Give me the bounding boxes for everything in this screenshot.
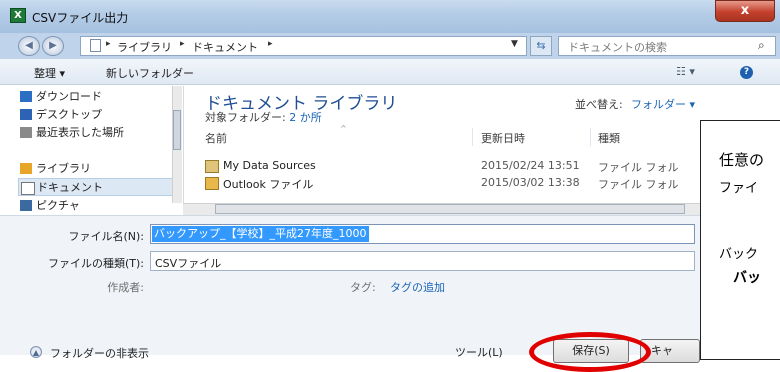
sidebar-item-label: ピクチャ: [36, 199, 80, 212]
column-divider[interactable]: [590, 128, 591, 146]
filename-value[interactable]: バックアップ_【学校】_平成27年度_1000: [152, 226, 369, 242]
file-name: My Data Sources: [223, 159, 316, 172]
chevron-right-icon[interactable]: ▸: [106, 39, 111, 49]
callout-line: 任意の: [719, 151, 765, 169]
pictures-icon: [20, 200, 32, 211]
download-folder-icon: [20, 91, 32, 102]
column-divider[interactable]: [472, 128, 473, 146]
file-date: 2015/02/24 13:51: [481, 159, 580, 172]
filetype-value: CSVファイル: [155, 257, 222, 270]
organize-button[interactable]: 整理 ▾: [34, 65, 65, 81]
file-row[interactable]: Outlook ファイル 2015/03/02 13:38 ファイル フォル: [205, 175, 700, 191]
data-sources-folder-icon: [205, 160, 219, 173]
instruction-callout: 任意の ファイ バック バッ: [700, 120, 780, 360]
sidebar-item-label: ダウンロード: [36, 90, 102, 103]
libraries-icon: [20, 163, 32, 174]
search-icon[interactable]: ⌕: [758, 38, 765, 53]
sidebar-item-desktop[interactable]: デスクトップ: [18, 106, 176, 124]
desktop-icon: [20, 109, 32, 120]
chevron-up-icon[interactable]: ▲: [30, 346, 42, 358]
sort-label: 並べ替え:: [575, 98, 623, 111]
tools-button[interactable]: ツール(L): [455, 344, 503, 360]
file-name: Outlook ファイル: [223, 178, 314, 191]
new-folder-button[interactable]: 新しいフォルダー: [106, 65, 194, 81]
nav-scrollbar-thumb[interactable]: [173, 110, 181, 150]
breadcrumb-libraries[interactable]: ライブラリ: [117, 39, 172, 55]
refresh-button[interactable]: ⇆: [530, 36, 552, 56]
back-button[interactable]: ◀: [18, 36, 40, 56]
forward-button[interactable]: ▶: [42, 36, 64, 56]
sidebar-item-label: ドキュメント: [37, 181, 103, 194]
close-button[interactable]: x: [715, 0, 775, 22]
column-header-name[interactable]: 名前: [205, 130, 227, 146]
sidebar-item-pictures[interactable]: ピクチャ: [18, 197, 176, 215]
sidebar-item-documents[interactable]: ドキュメント: [18, 178, 176, 196]
document-icon: [90, 39, 101, 52]
search-placeholder: ドキュメントの検索: [568, 41, 667, 54]
help-icon[interactable]: ?: [740, 66, 753, 79]
file-type: ファイル フォル: [598, 161, 679, 174]
chevron-right-icon[interactable]: ▸: [180, 39, 185, 49]
highlight-circle: [529, 332, 651, 372]
folder-icon: [205, 177, 219, 190]
filetype-select[interactable]: [150, 251, 695, 271]
documents-icon: [21, 182, 35, 195]
sidebar-item-recent[interactable]: 最近表示した場所: [18, 124, 176, 142]
sidebar-item-label: ライブラリ: [36, 162, 91, 175]
sort-dropdown[interactable]: フォルダー ▾: [631, 96, 695, 112]
library-locations-link[interactable]: 2 か所: [289, 111, 322, 124]
excel-icon: X: [10, 8, 26, 23]
file-type: ファイル フォル: [598, 178, 679, 191]
callout-line: ファイ: [719, 181, 759, 196]
breadcrumb-documents[interactable]: ドキュメント: [192, 39, 258, 55]
sidebar-item-downloads[interactable]: ダウンロード: [18, 88, 176, 106]
sidebar-item-label: 最近表示した場所: [36, 126, 124, 139]
window-title: CSVファイル出力: [32, 11, 129, 25]
chevron-right-icon[interactable]: ▸: [268, 39, 273, 49]
add-tag-link[interactable]: タグの追加: [390, 279, 445, 295]
tag-label: タグ:: [350, 281, 376, 294]
horizontal-scrollbar-thumb[interactable]: [215, 204, 685, 214]
file-row[interactable]: My Data Sources 2015/02/24 13:51 ファイル フォ…: [205, 158, 700, 174]
hide-folders-toggle[interactable]: フォルダーの非表示: [50, 345, 149, 361]
column-header-type[interactable]: 種類: [598, 130, 620, 146]
sidebar-item-label: デスクトップ: [36, 108, 102, 121]
sort-arrow-icon: ^: [340, 124, 347, 133]
filename-label: ファイル名(N):: [68, 230, 144, 243]
callout-line: バッ: [733, 270, 761, 286]
library-subtitle-label: 対象フォルダー:: [205, 111, 286, 124]
recent-places-icon: [20, 127, 32, 138]
filetype-label: ファイルの種類(T):: [47, 257, 144, 270]
view-options-icon[interactable]: ☷ ▾: [676, 65, 695, 78]
address-dropdown-icon[interactable]: ▼: [511, 39, 518, 49]
file-date: 2015/03/02 13:38: [481, 176, 580, 189]
sidebar-item-libraries[interactable]: ライブラリ: [18, 160, 176, 178]
column-header-date[interactable]: 更新日時: [481, 130, 525, 146]
library-subtitle: 対象フォルダー: 2 か所: [205, 109, 322, 125]
callout-line: バック: [719, 247, 759, 262]
author-label: 作成者:: [107, 281, 144, 294]
